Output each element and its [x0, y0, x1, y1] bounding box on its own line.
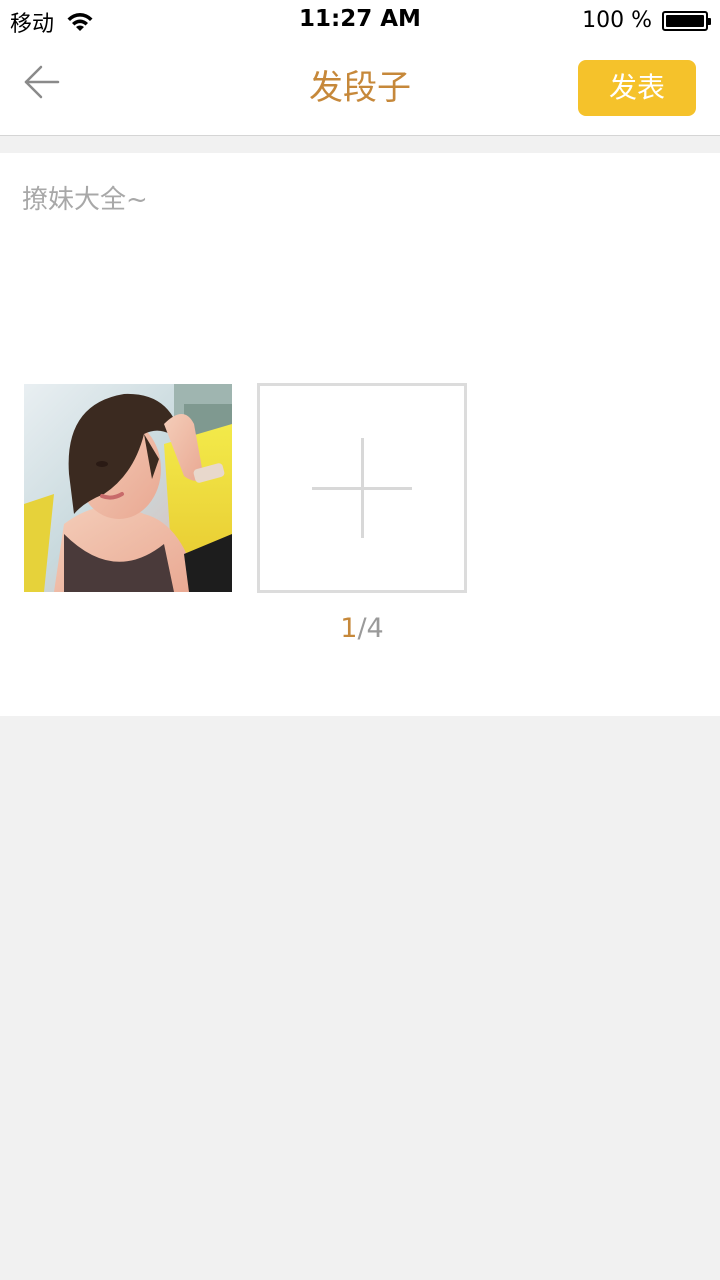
- status-bar: 移动 11:27 AM 100 %: [0, 0, 720, 40]
- battery-icon: [662, 10, 711, 31]
- post-text-input[interactable]: [22, 179, 698, 339]
- publish-button[interactable]: 发表: [578, 60, 696, 116]
- photo-count-separator: /: [357, 613, 367, 644]
- battery-percentage: 100 %: [582, 8, 652, 33]
- photo-image: [24, 384, 232, 592]
- battery-status: 100 %: [582, 8, 711, 33]
- arrow-left-icon: [24, 65, 60, 99]
- photo-count-current: 1: [340, 613, 358, 644]
- compose-panel: 1/4: [0, 153, 720, 716]
- photo-count-max: 4: [366, 613, 384, 644]
- add-photo-button[interactable]: [257, 383, 467, 593]
- attached-photo-thumbnail[interactable]: [24, 384, 232, 592]
- navigation-bar: 发段子 发表: [0, 40, 720, 136]
- back-button[interactable]: [20, 60, 64, 104]
- photo-counter: 1/4: [257, 613, 467, 644]
